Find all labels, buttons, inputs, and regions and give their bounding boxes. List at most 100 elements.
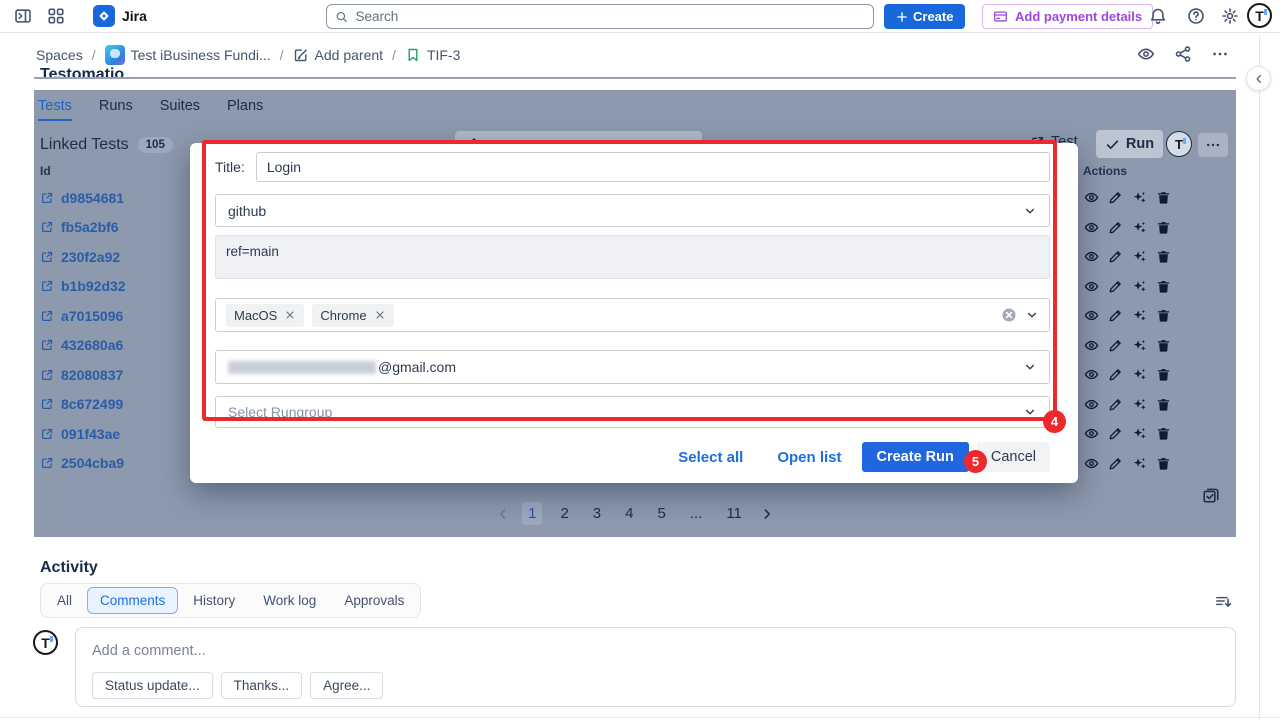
view-eye-icon[interactable] <box>1084 308 1099 323</box>
test-id-link[interactable]: b1b92d32 <box>61 278 126 294</box>
activity-tab[interactable]: History <box>180 587 248 614</box>
assignee-select[interactable]: @gmail.com <box>215 350 1050 384</box>
delete-trash-icon[interactable] <box>1156 426 1171 441</box>
more-actions-icon[interactable] <box>1211 45 1229 63</box>
ai-sparkles-icon[interactable] <box>1132 426 1147 441</box>
view-eye-icon[interactable] <box>1084 190 1099 205</box>
delete-trash-icon[interactable] <box>1156 367 1171 382</box>
edit-pencil-icon[interactable] <box>1108 279 1123 294</box>
activity-tab[interactable]: Work log <box>250 587 329 614</box>
repo-select[interactable]: github <box>215 194 1050 227</box>
rungroup-select[interactable]: Select Rungroup <box>215 396 1050 428</box>
delete-trash-icon[interactable] <box>1156 279 1171 294</box>
quick-reply-button[interactable]: Thanks... <box>221 672 303 699</box>
panel-tab[interactable]: Suites <box>160 98 200 121</box>
test-id-link[interactable]: d9854681 <box>61 190 124 206</box>
create-run-button[interactable]: Create Run <box>862 442 969 472</box>
remove-tag-icon[interactable] <box>374 309 386 321</box>
search-bar[interactable] <box>326 4 874 29</box>
panel-tab[interactable]: Plans <box>227 98 263 121</box>
panel-tab[interactable]: Runs <box>99 98 133 121</box>
page-number[interactable]: 11 <box>720 502 748 525</box>
test-id-link[interactable]: 230f2a92 <box>61 249 120 265</box>
breadcrumb-issue[interactable]: TIF-3 <box>405 47 460 63</box>
test-id-link[interactable]: 82080837 <box>61 367 123 383</box>
view-eye-icon[interactable] <box>1084 338 1099 353</box>
view-eye-icon[interactable] <box>1084 249 1099 264</box>
breadcrumb-space[interactable]: Test iBusiness Fundi... <box>105 45 271 65</box>
test-id-link[interactable]: 091f43ae <box>61 426 120 442</box>
quick-reply-button[interactable]: Status update... <box>92 672 213 699</box>
test-id-link[interactable]: a7015096 <box>61 308 123 324</box>
view-eye-icon[interactable] <box>1084 397 1099 412</box>
page-number[interactable]: 3 <box>587 502 607 525</box>
activity-tab[interactable]: All <box>44 587 85 614</box>
panel-more-button[interactable] <box>1198 133 1228 157</box>
page-number[interactable]: ... <box>684 502 709 525</box>
delete-trash-icon[interactable] <box>1156 308 1171 323</box>
activity-tab[interactable]: Approvals <box>331 587 417 614</box>
panel-tab[interactable]: Tests <box>38 98 72 121</box>
view-eye-icon[interactable] <box>1084 220 1099 235</box>
testomatio-logo-badge[interactable]: T <box>1166 131 1192 157</box>
chevron-right-icon[interactable] <box>760 507 774 521</box>
delete-trash-icon[interactable] <box>1156 220 1171 235</box>
edit-pencil-icon[interactable] <box>1108 249 1123 264</box>
edit-pencil-icon[interactable] <box>1108 367 1123 382</box>
view-eye-icon[interactable] <box>1084 456 1099 471</box>
notifications-bell-icon[interactable] <box>1149 7 1167 25</box>
page-number[interactable]: 4 <box>619 502 639 525</box>
edit-pencil-icon[interactable] <box>1108 190 1123 205</box>
ai-sparkles-icon[interactable] <box>1132 279 1147 294</box>
edit-pencil-icon[interactable] <box>1108 397 1123 412</box>
activity-tab[interactable]: Comments <box>87 587 178 614</box>
page-number[interactable]: 1 <box>522 502 542 525</box>
breadcrumb-spaces[interactable]: Spaces <box>36 47 83 63</box>
sort-icon[interactable] <box>1214 592 1232 610</box>
delete-trash-icon[interactable] <box>1156 249 1171 264</box>
share-icon[interactable] <box>1174 45 1192 63</box>
edit-pencil-icon[interactable] <box>1108 220 1123 235</box>
open-list-link[interactable]: Open list <box>777 449 841 466</box>
clear-all-icon[interactable] <box>1001 307 1017 323</box>
sidebar-toggle-icon[interactable] <box>14 7 32 25</box>
params-textarea[interactable]: ref=main <box>215 235 1050 279</box>
view-eye-icon[interactable] <box>1084 279 1099 294</box>
add-payment-details-button[interactable]: Add payment details <box>982 4 1153 29</box>
test-id-link[interactable]: fb5a2bf6 <box>61 219 119 235</box>
ai-sparkles-icon[interactable] <box>1132 308 1147 323</box>
comment-box[interactable]: Add a comment... Status update... Thanks.… <box>75 627 1236 707</box>
ai-sparkles-icon[interactable] <box>1132 456 1147 471</box>
ai-sparkles-icon[interactable] <box>1132 220 1147 235</box>
test-id-link[interactable]: 8c672499 <box>61 396 123 412</box>
delete-trash-icon[interactable] <box>1156 190 1171 205</box>
edit-pencil-icon[interactable] <box>1108 456 1123 471</box>
view-eye-icon[interactable] <box>1084 367 1099 382</box>
ai-sparkles-icon[interactable] <box>1132 249 1147 264</box>
add-parent-button[interactable]: Add parent <box>293 47 384 63</box>
edit-pencil-icon[interactable] <box>1108 426 1123 441</box>
chevron-left-icon[interactable] <box>496 507 510 521</box>
select-all-link[interactable]: Select all <box>678 449 743 466</box>
env-multiselect[interactable]: MacOS Chrome <box>215 298 1050 332</box>
app-switcher-icon[interactable] <box>47 7 65 25</box>
ai-sparkles-icon[interactable] <box>1132 397 1147 412</box>
help-icon[interactable] <box>1187 7 1205 25</box>
edit-pencil-icon[interactable] <box>1108 338 1123 353</box>
watch-eye-icon[interactable] <box>1137 45 1155 63</box>
ai-sparkles-icon[interactable] <box>1132 190 1147 205</box>
delete-trash-icon[interactable] <box>1156 456 1171 471</box>
edit-pencil-icon[interactable] <box>1108 308 1123 323</box>
quick-reply-button[interactable]: Agree... <box>310 672 383 699</box>
create-button[interactable]: Create <box>884 4 965 29</box>
comment-placeholder[interactable]: Add a comment... <box>92 643 1219 659</box>
ai-sparkles-icon[interactable] <box>1132 338 1147 353</box>
title-input[interactable] <box>256 152 1050 182</box>
cancel-button[interactable]: Cancel <box>977 442 1050 472</box>
ai-sparkles-icon[interactable] <box>1132 367 1147 382</box>
collapse-panel-button[interactable] <box>1246 66 1271 91</box>
delete-trash-icon[interactable] <box>1156 338 1171 353</box>
user-avatar[interactable]: T <box>1247 3 1272 28</box>
page-number[interactable]: 5 <box>651 502 671 525</box>
settings-gear-icon[interactable] <box>1221 7 1239 25</box>
